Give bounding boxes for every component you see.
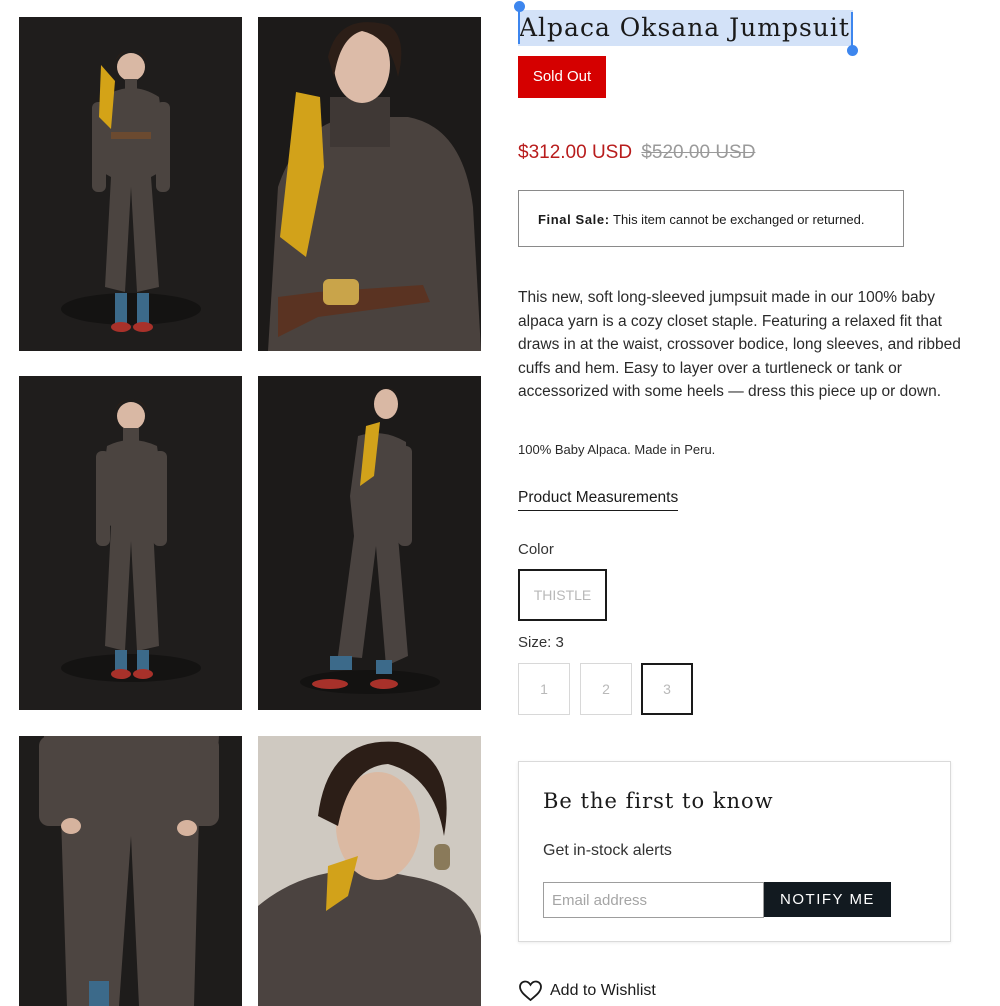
product-photo-1[interactable] xyxy=(19,17,242,351)
price: $312.00 USD $520.00 USD xyxy=(518,142,755,164)
final-sale-notice: Final Sale: This item cannot be exchange… xyxy=(518,190,904,247)
product-photo-4[interactable] xyxy=(258,376,481,710)
size-option-3[interactable]: 3 xyxy=(641,663,693,715)
product-info-panel: Alpaca Oksana Jumpsuit Sold Out $312.00 … xyxy=(514,0,988,1002)
product-photo-5[interactable] xyxy=(19,736,242,1006)
current-price: $312.00 USD xyxy=(518,142,633,163)
product-photo-3[interactable] xyxy=(19,376,242,710)
product-photo-2[interactable] xyxy=(258,17,481,351)
size-option-2[interactable]: 2 xyxy=(580,663,632,715)
stock-alert-title: Be the first to know xyxy=(543,789,774,813)
final-sale-label: Final Sale: xyxy=(538,212,610,227)
final-sale-text: This item cannot be exchanged or returne… xyxy=(613,212,865,227)
add-to-wishlist-link[interactable]: Add to Wishlist xyxy=(518,980,656,1002)
notify-me-button[interactable]: NOTIFY ME xyxy=(764,882,891,917)
heart-icon xyxy=(519,980,542,1002)
product-measurements-link[interactable]: Product Measurements xyxy=(518,489,679,511)
selection-end-handle[interactable] xyxy=(846,45,858,56)
selection-start-line xyxy=(518,8,520,44)
color-swatch-thistle[interactable]: THISTLE xyxy=(518,569,607,621)
material-info: 100% Baby Alpaca. Made in Peru. xyxy=(518,442,716,457)
original-price: $520.00 USD xyxy=(641,142,756,163)
size-label: Size: 3 xyxy=(518,634,564,651)
color-label: Color xyxy=(518,541,554,558)
stock-alert-box: Be the first to know Get in-stock alerts… xyxy=(518,761,951,942)
email-input[interactable] xyxy=(543,882,764,918)
selection-end-line xyxy=(850,12,853,48)
product-photo-6[interactable] xyxy=(258,736,481,1006)
product-title[interactable]: Alpaca Oksana Jumpsuit xyxy=(518,10,853,46)
sold-out-badge: Sold Out xyxy=(518,56,606,98)
wishlist-label: Add to Wishlist xyxy=(550,982,656,999)
title-wrapper: Alpaca Oksana Jumpsuit xyxy=(514,1,858,56)
stock-alert-subtitle: Get in-stock alerts xyxy=(543,842,672,859)
size-option-1[interactable]: 1 xyxy=(518,663,570,715)
product-description: This new, soft long-sleeved jumpsuit mad… xyxy=(518,289,961,400)
